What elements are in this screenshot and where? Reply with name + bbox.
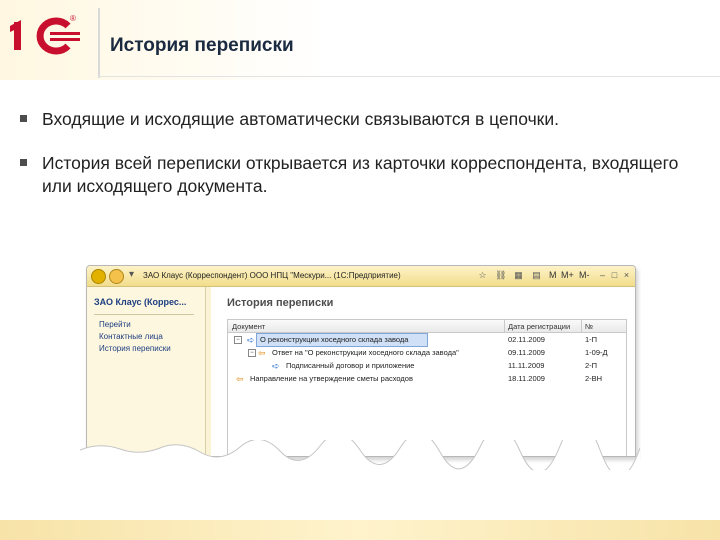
- row-number: 2-ВН: [585, 374, 603, 383]
- row-number: 1-П: [585, 335, 598, 344]
- row-number: 2-П: [585, 361, 598, 370]
- row-document: Ответ на "О реконструкции хоседного скла…: [272, 348, 459, 357]
- nav-divider: [94, 314, 194, 315]
- window-titlebar: ▾ ЗАО Клаус (Корреспондент) ООО НПЦ "Мес…: [87, 266, 635, 287]
- table-row[interactable]: ➪ Подписанный договор и приложение 11.11…: [228, 359, 626, 372]
- minimize-icon[interactable]: –: [597, 270, 608, 281]
- row-date: 02.11.2009: [508, 335, 545, 344]
- history-title: История переписки: [227, 297, 334, 309]
- navigation-panel: ЗАО Клаус (Коррес... Перейти Контактные …: [87, 287, 206, 456]
- slide-header: ® История переписки: [0, 0, 720, 80]
- outgoing-letter-icon: ⇦: [236, 374, 244, 384]
- maximize-icon[interactable]: □: [609, 270, 620, 281]
- nav-panel-title: ЗАО Клаус (Коррес...: [94, 297, 187, 307]
- row-document: Подписанный договор и приложение: [286, 361, 415, 370]
- header-underline: [98, 76, 720, 77]
- table-row[interactable]: ⇦ Направление на утверждение сметы расхо…: [228, 372, 626, 385]
- calculator-icon[interactable]: ▦: [513, 270, 524, 281]
- incoming-letter-icon: ➪: [272, 361, 280, 371]
- column-header-number[interactable]: №: [585, 322, 593, 331]
- row-document: О реконструкции хоседного склада завода: [260, 335, 409, 344]
- collapse-icon[interactable]: −: [248, 349, 256, 357]
- table-header: Документ Дата регистрации №: [228, 320, 626, 333]
- registered-mark: ®: [70, 14, 76, 23]
- dropdown-arrow-icon[interactable]: ▾: [129, 269, 134, 280]
- footer-band: [0, 520, 720, 540]
- bullet-text: Входящие и исходящие автоматически связы…: [42, 109, 559, 129]
- collapse-icon[interactable]: −: [234, 336, 242, 344]
- back-icon[interactable]: [109, 269, 124, 284]
- window-title: ЗАО Клаус (Корреспондент) ООО НПЦ "Меску…: [143, 271, 401, 280]
- link-icon[interactable]: ⛓: [495, 270, 506, 281]
- nav-item-history[interactable]: История переписки: [99, 344, 171, 353]
- column-header-date[interactable]: Дата регистрации: [508, 322, 570, 331]
- table-row[interactable]: − ⇦ Ответ на "О реконструкции хоседного …: [228, 346, 626, 359]
- nav-item-goto[interactable]: Перейти: [99, 320, 131, 329]
- outgoing-letter-icon: ⇦: [258, 348, 266, 358]
- history-panel: История переписки Документ Дата регистра…: [211, 287, 635, 456]
- row-date: 11.11.2009: [508, 361, 545, 370]
- star-icon[interactable]: ☆: [477, 270, 488, 281]
- app-window: ▾ ЗАО Клаус (Корреспондент) ООО НПЦ "Мес…: [86, 265, 636, 457]
- nav-item-contacts[interactable]: Контактные лица: [99, 332, 163, 341]
- bullet-square-icon: [20, 159, 27, 166]
- header-divider: [98, 8, 100, 78]
- memory-plus-button[interactable]: M+: [561, 270, 574, 280]
- row-document: Направление на утверждение сметы расходо…: [250, 374, 413, 383]
- close-icon[interactable]: ×: [621, 270, 632, 281]
- bullet-square-icon: [20, 115, 27, 122]
- memory-minus-button[interactable]: M-: [579, 270, 590, 280]
- row-date: 18.11.2009: [508, 374, 545, 383]
- column-divider: [581, 320, 582, 332]
- calendar-icon[interactable]: ▤: [531, 270, 542, 281]
- row-date: 09.11.2009: [508, 348, 545, 357]
- column-header-document[interactable]: Документ: [232, 322, 265, 331]
- column-divider: [504, 320, 505, 332]
- page-title: История переписки: [110, 35, 294, 56]
- table-row[interactable]: − ➪ О реконструкции хоседного склада зав…: [228, 333, 626, 347]
- app-logo-icon[interactable]: [91, 269, 106, 284]
- incoming-letter-icon: ➪: [247, 335, 255, 345]
- history-table: Документ Дата регистрации № − ➪ О реконс…: [227, 319, 627, 456]
- torn-edge: [80, 440, 640, 470]
- row-number: 1-09-Д: [585, 348, 608, 357]
- bullet-text: История всей переписки открывается из ка…: [42, 153, 679, 196]
- memory-button[interactable]: M: [549, 270, 557, 280]
